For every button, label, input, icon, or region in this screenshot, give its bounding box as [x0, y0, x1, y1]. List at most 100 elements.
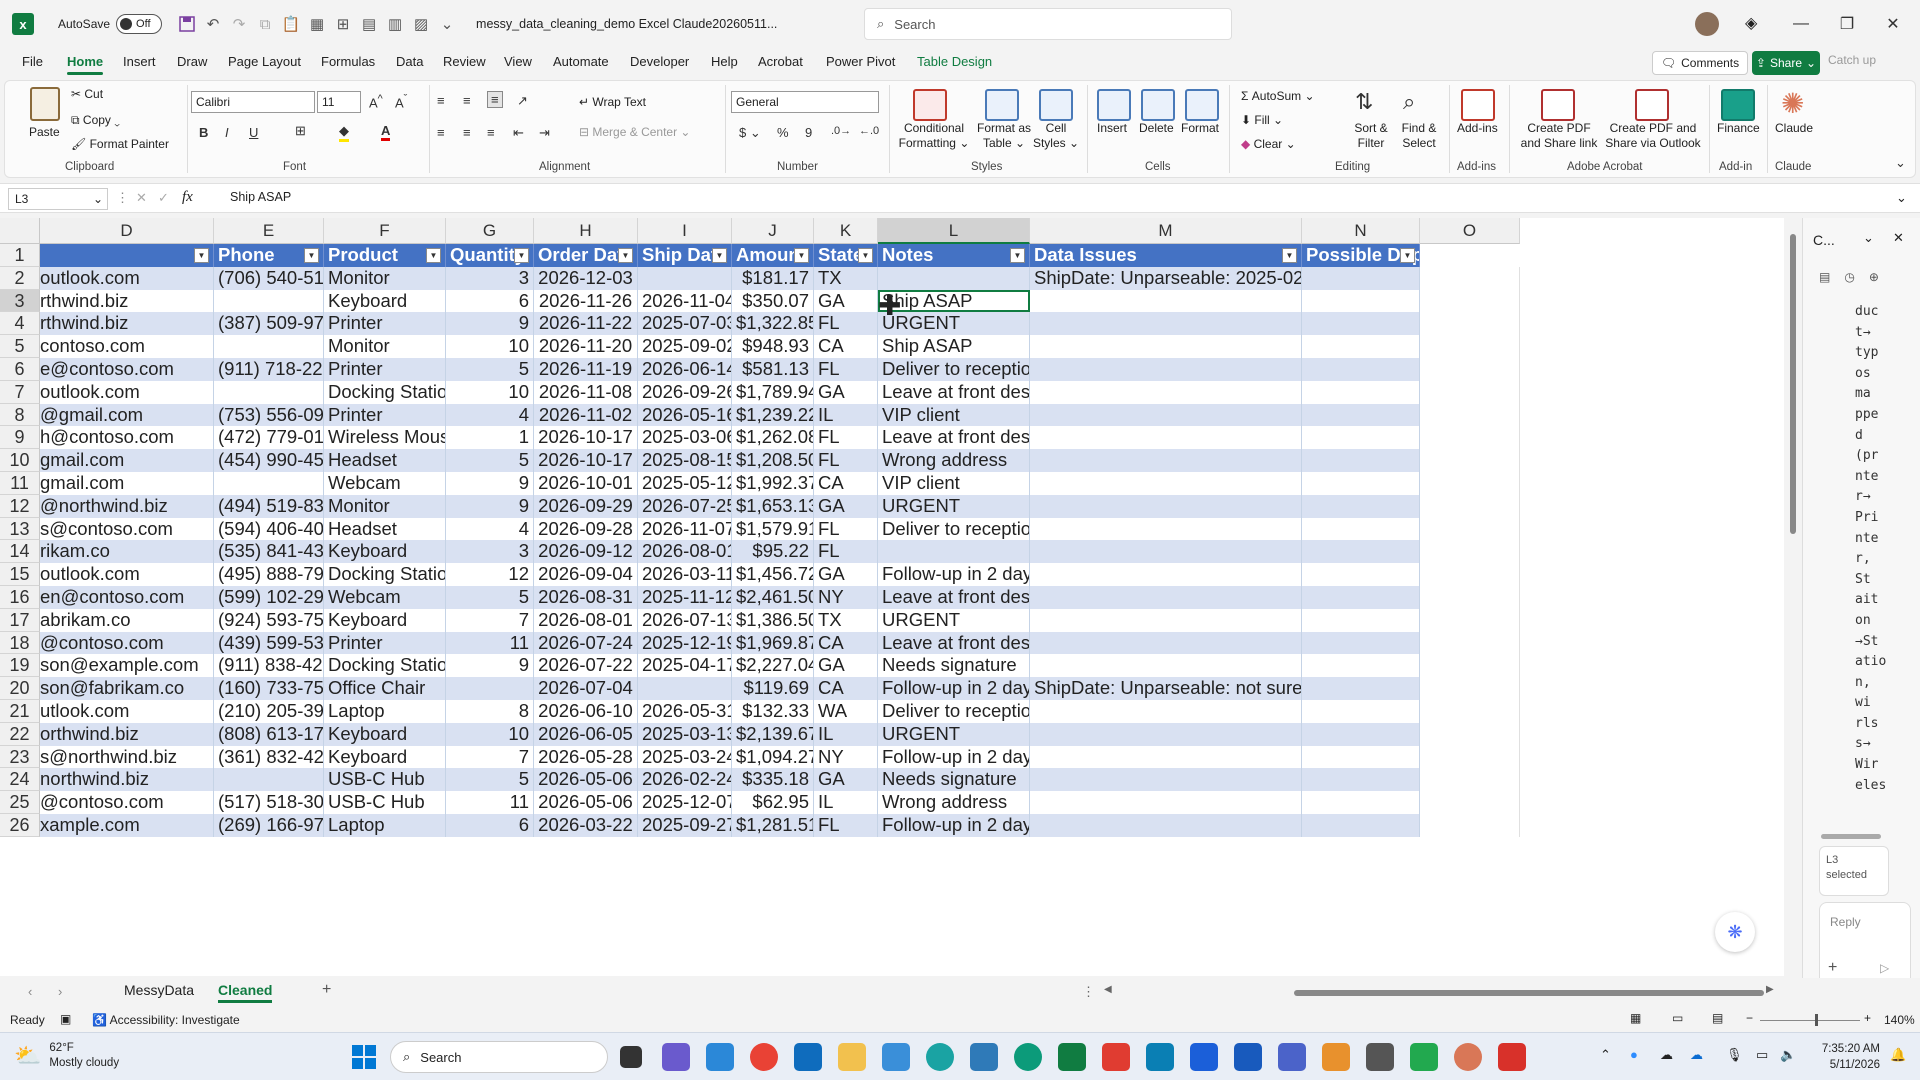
column-header-f[interactable]: F — [324, 218, 446, 244]
cell-notes[interactable]: Follow-up in 2 days — [878, 563, 1030, 586]
table-header-cell[interactable]: Product ▼ — [324, 244, 446, 267]
cell-issues[interactable] — [1030, 312, 1302, 336]
excel-taskbar-icon[interactable] — [1058, 1043, 1086, 1071]
expand-formula-icon[interactable]: ⌄ — [1896, 190, 1907, 206]
cell-ship[interactable]: 2025-09-02 — [638, 335, 732, 358]
cell-empty[interactable] — [1420, 700, 1520, 723]
cell-ship[interactable] — [638, 266, 732, 290]
cell-email[interactable]: orthwind.biz — [40, 722, 214, 746]
sheet-tab-cleaned[interactable]: Cleaned — [218, 982, 273, 1003]
cell-qty[interactable]: 4 — [446, 517, 534, 541]
cell-issues[interactable] — [1030, 700, 1302, 723]
cell-empty[interactable] — [1302, 654, 1420, 678]
onedrive-icon[interactable]: ☁ — [1660, 1047, 1673, 1063]
add-sheet-icon[interactable]: + — [322, 981, 331, 999]
cell-notes[interactable]: Wrong address — [878, 449, 1030, 472]
cell-empty[interactable] — [1302, 814, 1420, 837]
cell-order[interactable]: 2026-09-04 — [534, 563, 638, 586]
document-title[interactable]: messy_data_cleaning_demo Excel Claude202… — [476, 17, 777, 31]
cell-ship[interactable]: 2025-12-07 — [638, 791, 732, 814]
cell-email[interactable]: @contoso.com — [40, 631, 214, 655]
cell-order[interactable]: 2026-09-12 — [534, 540, 638, 564]
cell-ship[interactable]: 2025-03-13 — [638, 722, 732, 746]
row-header[interactable]: 26 — [0, 814, 40, 837]
cell-amount[interactable]: $581.13 — [732, 358, 814, 381]
tab-review[interactable]: Review — [443, 54, 486, 69]
cell-state[interactable]: NY — [814, 745, 878, 769]
cell-phone[interactable]: (706) 540-5153 — [214, 266, 324, 290]
side-pane-hscroll[interactable] — [1821, 834, 1881, 839]
cell-email[interactable]: xample.com — [40, 814, 214, 837]
cell-amount[interactable]: $181.17 — [732, 266, 814, 290]
number-format-select[interactable]: General — [731, 91, 879, 113]
cell-state[interactable]: FL — [814, 449, 878, 472]
zoom-level[interactable]: 140% — [1884, 1013, 1915, 1027]
cell-order[interactable]: 2026-07-04 — [534, 677, 638, 700]
cell-phone[interactable]: (599) 102-2901 — [214, 586, 324, 609]
row-header[interactable]: 20 — [0, 677, 40, 700]
cell-issues[interactable] — [1030, 722, 1302, 746]
cell-ship[interactable]: 2026-07-13 — [638, 608, 732, 632]
table-header-cell[interactable]: State ▼ — [814, 244, 878, 267]
cell-email[interactable]: gmail.com — [40, 472, 214, 495]
filter-dropdown-icon[interactable]: ▼ — [304, 248, 319, 263]
file-explorer-icon[interactable] — [838, 1043, 866, 1071]
cell-amount[interactable]: $2,461.50 — [732, 586, 814, 609]
cell-product[interactable]: Keyboard — [324, 608, 446, 632]
row-header[interactable]: 24 — [0, 768, 40, 792]
cell-amount[interactable]: $119.69 — [732, 677, 814, 700]
cell-phone[interactable]: (924) 593-7526 — [214, 608, 324, 632]
row-header[interactable]: 3 — [0, 289, 40, 313]
cell-email[interactable]: northwind.biz — [40, 768, 214, 792]
cell-state[interactable]: CA — [814, 677, 878, 700]
filter-dropdown-icon[interactable]: ▼ — [858, 248, 873, 263]
cell-empty[interactable] — [1302, 700, 1420, 723]
cell-empty[interactable] — [1420, 289, 1520, 313]
name-box[interactable]: L3 ⌄ — [8, 188, 108, 210]
cell-product[interactable]: Printer — [324, 631, 446, 655]
select-all-corner[interactable] — [0, 218, 40, 244]
cell-product[interactable]: Office Chair — [324, 677, 446, 700]
cell-ship[interactable]: 2025-03-24 — [638, 745, 732, 769]
cell-issues[interactable] — [1030, 494, 1302, 518]
delete-cells-icon[interactable] — [1141, 89, 1175, 121]
cell-qty[interactable]: 5 — [446, 449, 534, 472]
cell-order[interactable]: 2026-06-10 — [534, 700, 638, 723]
cell-state[interactable]: IL — [814, 791, 878, 814]
cell-issues[interactable] — [1030, 426, 1302, 450]
cell-empty[interactable] — [1420, 654, 1520, 678]
create-pdf-icon[interactable] — [1541, 89, 1575, 121]
cell-issues[interactable] — [1030, 586, 1302, 609]
table-header-cell[interactable]: Amount ▼ — [732, 244, 814, 267]
filter-dropdown-icon[interactable]: ▼ — [194, 248, 209, 263]
cut-button[interactable]: ✂ Cut — [71, 87, 103, 101]
cell-qty[interactable]: 6 — [446, 289, 534, 313]
column-header-i[interactable]: I — [638, 218, 732, 244]
cell-empty[interactable] — [1420, 768, 1520, 792]
find-select-button[interactable]: Find & Select — [1395, 121, 1443, 151]
format-cells-icon[interactable] — [1185, 89, 1219, 121]
cell-qty[interactable]: 6 — [446, 814, 534, 837]
tab-help[interactable]: Help — [711, 54, 738, 69]
claude-icon[interactable]: ✺ — [1781, 87, 1804, 120]
cell-state[interactable]: WA — [814, 700, 878, 723]
cell-issues[interactable] — [1030, 472, 1302, 495]
cell-notes[interactable]: URGENT — [878, 722, 1030, 746]
cell-state[interactable]: GA — [814, 380, 878, 404]
app-icon-3[interactable] — [882, 1043, 910, 1071]
cell-notes[interactable] — [878, 540, 1030, 564]
align-right-icon[interactable]: ≡ — [487, 125, 495, 140]
cell-amount[interactable]: $2,139.67 — [732, 722, 814, 746]
cell-notes[interactable]: Follow-up in 2 days — [878, 814, 1030, 837]
cell-phone[interactable] — [214, 335, 324, 358]
table-header-cell[interactable]: Ship Date ▼ — [638, 244, 732, 267]
cell-state[interactable]: GA — [814, 289, 878, 313]
cell-amount[interactable]: $2,227.04 — [732, 654, 814, 678]
cell-styles-icon[interactable] — [1039, 89, 1073, 121]
cell-issues[interactable] — [1030, 540, 1302, 564]
outlook-icon[interactable] — [794, 1043, 822, 1071]
cell-notes[interactable]: VIP client — [878, 472, 1030, 495]
cell-amount[interactable]: $1,992.37 — [732, 472, 814, 495]
cell-phone[interactable]: (911) 718-2278 — [214, 358, 324, 381]
cell-amount[interactable]: $1,239.22 — [732, 403, 814, 427]
